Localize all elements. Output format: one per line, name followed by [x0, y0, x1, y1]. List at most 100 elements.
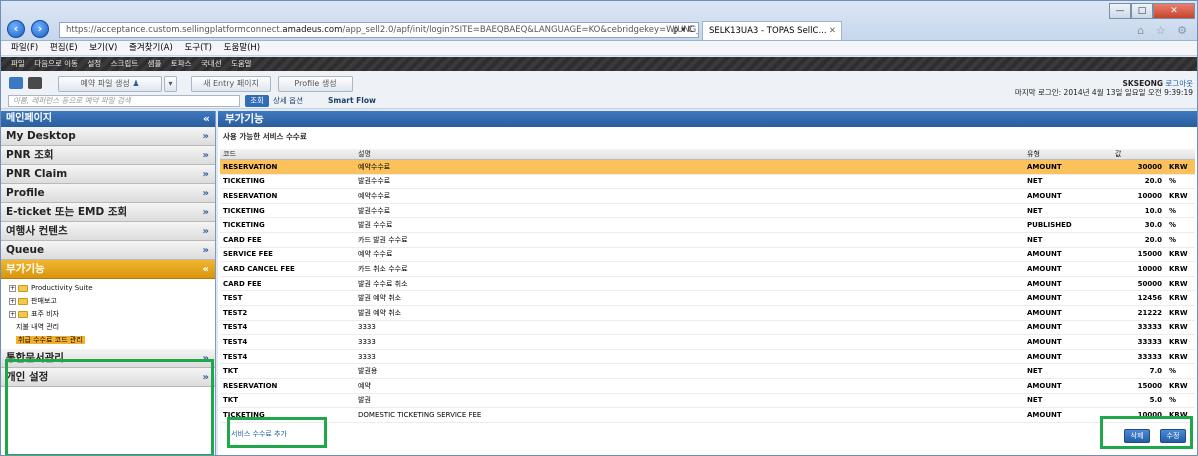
sidebar-item-document-management[interactable]: 통합문서관리 »	[1, 349, 215, 368]
tree-node-payment-history[interactable]: 지불 내역 관리	[9, 321, 215, 334]
delete-button[interactable]: 삭제	[1124, 429, 1150, 443]
sidebar-item-personal-settings[interactable]: 개인 설정 »	[1, 368, 215, 387]
table-row[interactable]: CARD FEE 카드 발권 수수료 NET 20.0%	[220, 232, 1195, 248]
sidebar-item-pnr-search[interactable]: PNR 조회 »	[1, 146, 215, 165]
table-row[interactable]: CARD CANCEL FEE 카드 취소 수수료 AMOUNT 10000 KRW	[220, 261, 1195, 277]
cell-code: TKT	[220, 393, 355, 409]
column-header-description[interactable]: 설명	[355, 149, 1024, 160]
app-menu-sample[interactable]: 샘플	[148, 59, 162, 68]
table-row[interactable]: TKT 발권용 NET 7.0%	[220, 363, 1195, 379]
column-header-code[interactable]: 코드	[220, 149, 355, 160]
cell-value: 15000	[1112, 247, 1165, 263]
search-go-button[interactable]: 조회	[245, 95, 269, 107]
table-row[interactable]: CARD FEE 발권 수수료 취소 AMOUNT 50000 KRW	[220, 276, 1195, 292]
table-row[interactable]: TEST4 3333 AMOUNT 33333 KRW	[220, 349, 1195, 365]
sidebar-item-profile[interactable]: Profile »	[1, 184, 215, 203]
app-menu-file[interactable]: 파일	[11, 59, 25, 68]
sidebar-item-eticket-emd[interactable]: E-ticket 또는 EMD 조회 »	[1, 203, 215, 222]
tree-node-label: 취급 수수료 코드 관리	[16, 336, 85, 344]
new-pnr-button[interactable]: 예약 파일 생성 ♟	[58, 76, 162, 92]
app-menu-topas[interactable]: 토파스	[171, 59, 192, 68]
sidebar-item-agency-contents[interactable]: 여행사 컨텐츠 »	[1, 222, 215, 241]
table-row[interactable]: TEST 발권 예약 취소 AMOUNT 12456 KRW	[220, 290, 1195, 306]
add-service-fee-link[interactable]: 서비스 수수료 추가	[231, 429, 287, 439]
app-menu-help[interactable]: 도움말	[231, 59, 252, 68]
column-header-type[interactable]: 유형	[1024, 149, 1112, 160]
new-entry-page-button[interactable]: 새 Entry 페이지	[191, 76, 271, 92]
cell-value: 20.0	[1112, 174, 1165, 190]
table-row[interactable]: TEST4 3333 AMOUNT 33333 KRW	[220, 320, 1195, 336]
sidebar-item-additional-functions[interactable]: 부가기능 «	[1, 260, 215, 279]
table-row[interactable]: TICKETING DOMESTIC TICKETING SERVICE FEE A…	[220, 407, 1195, 423]
window-close-button[interactable]: ✕	[1153, 3, 1195, 19]
sidebar-item-label: 부가기능	[6, 263, 45, 275]
sidebar-item-pnr-claim[interactable]: PNR Claim »	[1, 165, 215, 184]
cell-type: NET	[1024, 203, 1112, 219]
expand-icon[interactable]: +	[9, 297, 16, 305]
new-pnr-dropdown-icon[interactable]: ▾	[164, 76, 177, 92]
app-menu-script[interactable]: 스크립트	[111, 59, 139, 68]
create-profile-button[interactable]: Profile 생성	[278, 76, 353, 92]
app-menu-settings[interactable]: 설정	[87, 59, 101, 68]
menu-view[interactable]: 보기(V)	[89, 43, 117, 53]
smart-flow-link[interactable]: Smart Flow	[328, 95, 376, 107]
cell-code: TICKETING	[220, 217, 355, 233]
cell-code: TKT	[220, 363, 355, 379]
app-menubar: 파일 다음으로 이동 설정 스크립트 샘플 토파스 국내선 도움말	[1, 57, 1197, 71]
expand-icon[interactable]: +	[9, 310, 16, 318]
menu-tools[interactable]: 도구(T)	[184, 43, 211, 53]
table-row[interactable]: TICKETING 발권 수수료 PUBLISHED 30.0%	[220, 217, 1195, 233]
cell-type: AMOUNT	[1024, 159, 1112, 175]
table-row[interactable]: RESERVATION 예약 AMOUNT 15000 KRW	[220, 378, 1195, 394]
cell-type: PUBLISHED	[1024, 217, 1112, 233]
address-controls[interactable]: ρ ▾ C	[673, 23, 694, 37]
table-row[interactable]: RESERVATION 예약수수료 AMOUNT 30000 KRW	[220, 159, 1195, 175]
tree-node-handling-fee-codes[interactable]: 취급 수수료 코드 관리	[9, 334, 215, 347]
tab-close-icon[interactable]: ✕	[829, 22, 836, 40]
menu-file[interactable]: 파일(F)	[11, 43, 38, 53]
logout-link[interactable]: 로그아웃	[1165, 79, 1193, 88]
cell-description: 예약수수료	[355, 159, 1024, 175]
sidebar-item-my-desktop[interactable]: My Desktop »	[1, 127, 215, 146]
menu-favorites[interactable]: 즐겨찾기(A)	[129, 43, 173, 53]
folder-icon	[18, 284, 28, 292]
cell-code: TEST4	[220, 320, 355, 336]
expand-icon[interactable]: +	[9, 284, 16, 292]
detail-options-link[interactable]: 상세 옵션	[273, 95, 303, 107]
address-bar[interactable]: https://acceptance.custom.sellingplatfor…	[59, 22, 699, 38]
back-button[interactable]: ‹	[7, 20, 25, 38]
table-row[interactable]: TICKETING 발권수수료 NET 10.0%	[220, 203, 1195, 219]
folder-icon	[18, 297, 28, 305]
table-row[interactable]: TICKETING 발권수수료 NET 20.0%	[220, 174, 1195, 190]
table-row[interactable]: TEST4 3333 AMOUNT 33333 KRW	[220, 334, 1195, 350]
forward-button[interactable]: ›	[31, 20, 49, 38]
column-header-value[interactable]: 값	[1112, 149, 1195, 160]
cell-value: 30000	[1112, 159, 1165, 175]
cell-unit: KRW	[1165, 247, 1195, 263]
app-menu-domestic[interactable]: 국내선	[201, 59, 222, 68]
browser-tool-icons[interactable]: ⌂ ☆ ⚙	[1137, 24, 1191, 37]
cell-description: 예약 수수료	[355, 247, 1024, 263]
tree-node-sales-report[interactable]: + 판매보고	[9, 295, 215, 308]
browser-tab[interactable]: SELK13UA3 - TOPAS SellC... ✕	[702, 21, 842, 40]
table-row[interactable]: TKT 발권 NET 5.0%	[220, 393, 1195, 409]
menu-help[interactable]: 도움말(H)	[224, 43, 260, 53]
collapse-sidebar-icon[interactable]: «	[203, 111, 210, 127]
edit-button[interactable]: 수정	[1160, 429, 1186, 443]
app-toolbar: 예약 파일 생성 ♟ ▾ 새 Entry 페이지 Profile 생성 이름, …	[1, 71, 1197, 109]
menu-edit[interactable]: 편집(E)	[50, 43, 78, 53]
tree-node-productivity-suite[interactable]: + Productivity Suite	[9, 282, 215, 295]
tree-node-visa[interactable]: + 표주 비자	[9, 308, 215, 321]
print-icon[interactable]	[28, 77, 42, 89]
cell-type: AMOUNT	[1024, 407, 1112, 423]
cell-code: CARD CANCEL FEE	[220, 261, 355, 277]
save-icon[interactable]	[9, 77, 23, 89]
window-minimize-button[interactable]: —	[1109, 3, 1131, 19]
app-menu-goto[interactable]: 다음으로 이동	[34, 59, 78, 68]
table-row[interactable]: RESERVATION 예약수수료 AMOUNT 10000 KRW	[220, 188, 1195, 204]
pnr-search-input[interactable]: 이름, 레퍼런스 등으로 예약 파일 검색	[8, 95, 240, 107]
table-row[interactable]: TEST2 발권 예약 취소 AMOUNT 21222 KRW	[220, 305, 1195, 321]
sidebar-item-queue[interactable]: Queue »	[1, 241, 215, 260]
window-maximize-button[interactable]: □	[1131, 3, 1153, 19]
table-row[interactable]: SERVICE FEE 예약 수수료 AMOUNT 15000 KRW	[220, 247, 1195, 263]
